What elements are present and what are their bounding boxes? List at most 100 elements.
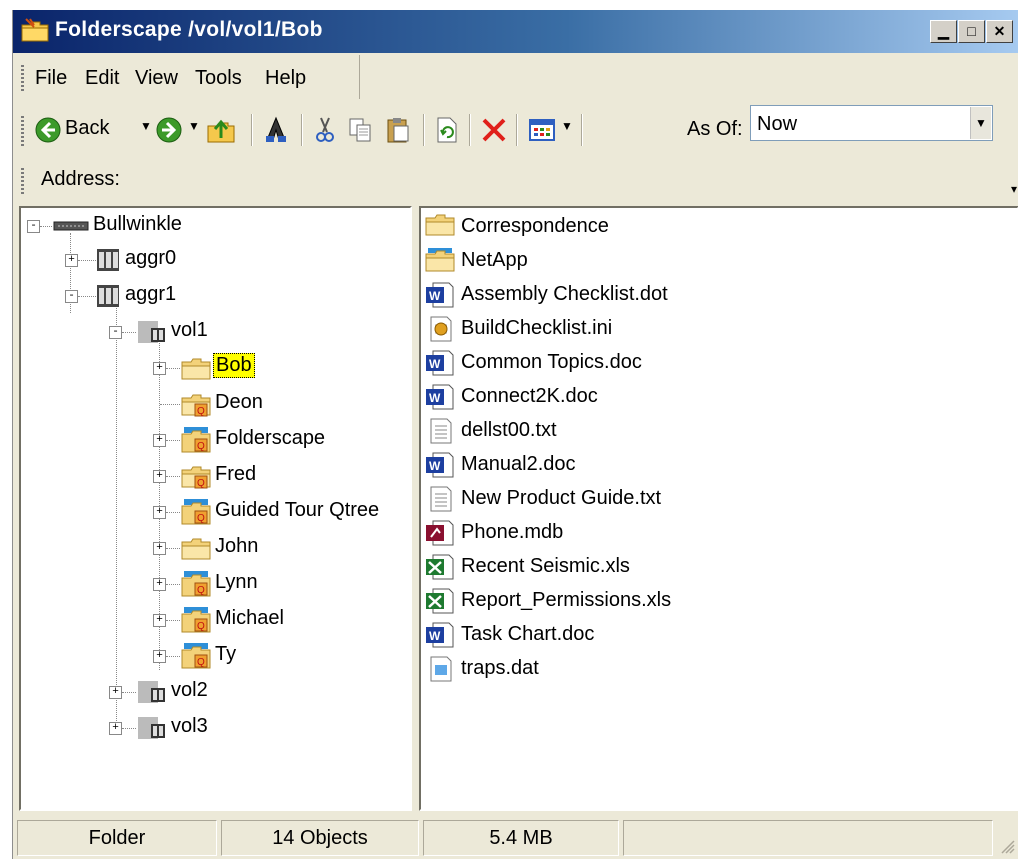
word-icon: W — [426, 384, 454, 410]
as-of-dropdown-button[interactable]: ▼ — [970, 107, 991, 139]
expand-toggle[interactable]: + — [109, 686, 122, 699]
tree-line — [78, 260, 96, 261]
folder-tree-pane[interactable]: - Bullwinkle + aggr0 - aggr1 - vol1 + Bo… — [19, 206, 412, 811]
svg-text:Q: Q — [197, 621, 205, 632]
file-list-pane[interactable]: Correspondence NetApp W Assembly Checklist.… — [419, 206, 1018, 811]
expand-toggle[interactable]: + — [153, 578, 166, 591]
collapse-toggle[interactable]: - — [109, 326, 122, 339]
folderscape-app-icon — [21, 18, 49, 42]
refresh-button[interactable] — [435, 116, 459, 150]
tree-line — [166, 620, 180, 621]
file-name: dellst00.txt — [461, 419, 557, 441]
folder-icon — [425, 214, 455, 236]
minimize-button[interactable]: ▁ — [930, 20, 957, 43]
views-button[interactable] — [528, 117, 556, 149]
tree-line — [116, 303, 117, 733]
shared-qtree-folder-icon: Q — [181, 643, 211, 669]
svg-text:Q: Q — [197, 585, 205, 596]
cut-button[interactable] — [313, 116, 337, 150]
ini-icon — [430, 316, 452, 342]
file-name: Manual2.doc — [461, 453, 576, 475]
app-window: Folderscape /vol/vol1/Bob ▁ □ ✕ File Edi… — [12, 10, 1018, 859]
up-folder-button[interactable] — [206, 116, 236, 150]
toolbar-separator — [581, 114, 583, 146]
address-overflow-button[interactable]: ▾ — [1011, 182, 1017, 196]
tree-node-label: Bullwinkle — [93, 213, 182, 235]
expand-toggle[interactable]: + — [65, 254, 78, 267]
toolbar-grip-handle[interactable] — [21, 116, 24, 146]
up-folder-icon — [207, 119, 235, 143]
menu-grip-handle[interactable] — [21, 65, 24, 91]
svg-text:W: W — [429, 391, 441, 405]
close-button[interactable]: ✕ — [986, 20, 1013, 43]
file-name: New Product Guide.txt — [461, 487, 662, 509]
menu-view[interactable]: View — [135, 67, 178, 90]
paste-button[interactable] — [385, 116, 411, 150]
expand-toggle[interactable]: + — [153, 362, 166, 375]
address-label: Address: — [41, 168, 120, 190]
menu-tools[interactable]: Tools — [195, 67, 242, 90]
file-name: traps.dat — [461, 657, 539, 679]
scissors-icon — [316, 117, 334, 142]
back-dropdown-button[interactable]: ▼ — [140, 119, 152, 133]
folder-tree: - Bullwinkle + aggr0 - aggr1 - vol1 + Bo… — [21, 208, 410, 809]
tree-line — [122, 332, 136, 333]
tree-line — [166, 440, 180, 441]
expand-toggle[interactable]: + — [153, 470, 166, 483]
svg-text:W: W — [429, 357, 441, 371]
qtree-folder-icon: Q — [181, 394, 211, 417]
address-grip-handle[interactable] — [21, 168, 24, 196]
expand-toggle[interactable]: + — [153, 650, 166, 663]
collapse-toggle[interactable]: - — [65, 290, 78, 303]
file-name: Recent Seismic.xls — [461, 555, 630, 577]
shared-qtree-folder-icon: Q — [181, 607, 211, 633]
search-button[interactable] — [263, 116, 289, 150]
status-bar: Folder 14 Objects 5.4 MB — [13, 816, 1018, 859]
tree-line — [160, 404, 180, 405]
text-icon — [430, 418, 452, 444]
forward-button[interactable] — [156, 115, 182, 145]
svg-text:W: W — [429, 629, 441, 643]
shared-folder-icon — [425, 248, 455, 272]
file-name: Report_Permissions.xls — [461, 589, 672, 611]
views-dropdown-button[interactable]: ▼ — [561, 119, 573, 133]
menu-view-label: View — [135, 67, 178, 89]
menu-edit-label: Edit — [85, 67, 120, 89]
collapse-toggle[interactable]: - — [27, 220, 40, 233]
svg-text:W: W — [429, 289, 441, 303]
resize-grip-icon[interactable] — [999, 838, 1015, 854]
menu-help[interactable]: Help — [265, 67, 306, 90]
expand-toggle[interactable]: + — [109, 722, 122, 735]
menu-edit[interactable]: Edit — [85, 67, 119, 90]
forward-arrow-icon — [156, 117, 182, 143]
menu-file[interactable]: File — [35, 67, 67, 90]
delete-button[interactable] — [480, 116, 508, 150]
access-icon — [426, 520, 454, 546]
as-of-select[interactable]: Now ▼ — [750, 105, 993, 141]
server-icon — [53, 221, 89, 231]
maximize-icon: □ — [967, 23, 976, 39]
tree-line — [166, 512, 180, 513]
tree-node-label: John — [215, 535, 259, 557]
expand-toggle[interactable]: + — [153, 542, 166, 555]
expand-toggle[interactable]: + — [153, 614, 166, 627]
tree-line — [166, 548, 180, 549]
tree-line — [166, 584, 180, 585]
back-button[interactable]: Back — [35, 115, 125, 145]
text-icon — [430, 486, 452, 512]
tree-node-label: Fred — [215, 463, 257, 485]
status-type: Folder — [17, 820, 217, 856]
title-bar[interactable]: Folderscape /vol/vol1/Bob ▁ □ ✕ — [13, 10, 1018, 53]
expand-toggle[interactable]: + — [153, 506, 166, 519]
volume-icon — [138, 681, 165, 703]
address-bar: Address: ▾ — [13, 158, 1018, 202]
tree-node-label: Bob — [213, 353, 255, 378]
maximize-button[interactable]: □ — [958, 20, 985, 43]
copy-button[interactable] — [347, 116, 373, 150]
shared-qtree-folder-icon: Q — [181, 427, 211, 453]
toolbar-separator — [301, 114, 303, 146]
forward-dropdown-button[interactable]: ▼ — [188, 119, 200, 133]
chevron-down-icon: ▼ — [188, 119, 200, 133]
expand-toggle[interactable]: + — [153, 434, 166, 447]
svg-text:Q: Q — [197, 406, 205, 417]
